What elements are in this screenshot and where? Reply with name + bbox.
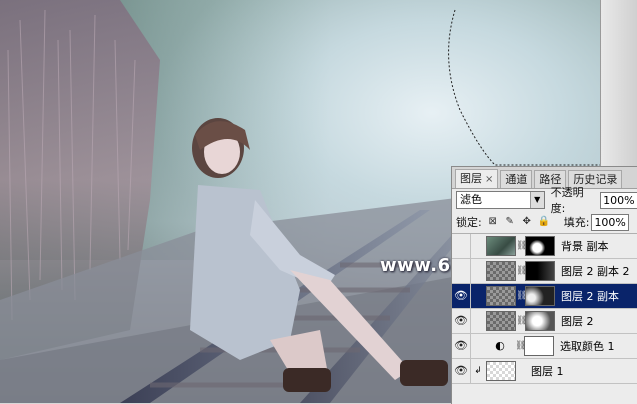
tab-layers[interactable]: 图层 × — [455, 169, 499, 188]
eye-icon[interactable]: 👁 — [452, 309, 471, 333]
eye-icon[interactable] — [452, 259, 471, 283]
layer-mask-thumbnail[interactable] — [525, 236, 555, 256]
layer-name: 图层 2 副本 2 — [561, 265, 630, 278]
blend-mode-value: 滤色 — [460, 193, 482, 206]
blend-mode-select[interactable]: 滤色 ▼ — [456, 191, 545, 209]
layer-name: 背景 副本 — [561, 240, 609, 253]
layer-thumbnail — [486, 261, 516, 281]
tab-channels[interactable]: 通道 — [500, 170, 533, 188]
layer-thumbnail — [486, 286, 516, 306]
chain-link-icon[interactable]: ⛓ — [515, 341, 526, 351]
layer-name: 图层 1 — [531, 365, 564, 378]
layer-mask-thumbnail[interactable] — [525, 311, 555, 331]
layer-thumbnail — [486, 236, 516, 256]
chain-link-icon[interactable]: ⛓ — [516, 266, 527, 276]
layer-row[interactable]: 👁 ◐ ⛓ 选取颜色 1 — [452, 334, 637, 359]
layer-row[interactable]: 👁 ⛓ 图层 2 — [452, 309, 637, 334]
panel-tabs: 图层 × 通道 路径 历史记录 — [452, 167, 637, 189]
layer-thumbnail — [486, 361, 516, 381]
opacity-input[interactable]: 100% — [600, 191, 637, 209]
brush-icon[interactable]: ✎ — [504, 216, 516, 228]
chain-link-icon[interactable]: ⛓ — [516, 316, 527, 326]
layer-name: 图层 2 — [561, 315, 594, 328]
clip-arrow-icon: ↲ — [474, 366, 482, 376]
blend-opacity-row: 滤色 ▼ 不透明度: 100% — [452, 186, 637, 215]
lock-fill-row: 锁定: ⊠ ✎ ✥ 🔒 填充: 100% — [452, 211, 637, 234]
lock-label: 锁定: — [456, 216, 482, 229]
chevron-down-icon[interactable]: ▼ — [529, 192, 544, 208]
eye-icon[interactable]: 👁 — [452, 334, 471, 358]
layer-mask-thumbnail[interactable] — [524, 336, 554, 356]
fill-input[interactable]: 100% — [591, 213, 630, 231]
eye-icon[interactable]: 👁 — [452, 284, 471, 308]
eye-icon[interactable] — [452, 234, 471, 258]
opacity-label: 不透明度: — [550, 186, 584, 215]
move-icon[interactable]: ✥ — [521, 216, 533, 228]
layer-row-selected[interactable]: 👁 ⛓ 图层 2 副本 — [452, 284, 637, 309]
layer-thumbnail — [486, 311, 516, 331]
layer-name: 选取颜色 1 — [560, 340, 615, 353]
eye-icon[interactable]: 👁 — [452, 359, 471, 383]
adjustment-layer-icon: ◐ — [495, 339, 505, 352]
layer-row[interactable]: 👁 ↲ 图层 1 — [452, 359, 637, 384]
chain-link-icon[interactable]: ⛓ — [516, 241, 527, 251]
lock-icon[interactable]: 🔒 — [538, 216, 550, 228]
close-icon[interactable]: × — [485, 174, 493, 185]
tab-label: 图层 — [460, 172, 482, 185]
layer-row[interactable]: ⛓ 背景 副本 — [452, 234, 637, 259]
layer-mask-thumbnail[interactable] — [525, 286, 555, 306]
chain-link-icon[interactable]: ⛓ — [516, 291, 527, 301]
layer-mask-thumbnail[interactable] — [525, 261, 555, 281]
tab-label: 通道 — [505, 173, 528, 186]
lock-transparency-icon[interactable]: ⊠ — [487, 216, 499, 228]
layer-row[interactable]: ⛓ 图层 2 副本 2 — [452, 259, 637, 284]
layer-name: 图层 2 副本 — [561, 290, 619, 303]
fill-label: 填充: — [563, 216, 590, 229]
layers-panel: 图层 × 通道 路径 历史记录 滤色 ▼ 不透明度: 100% 锁定: ⊠ ✎ ✥… — [451, 166, 637, 404]
